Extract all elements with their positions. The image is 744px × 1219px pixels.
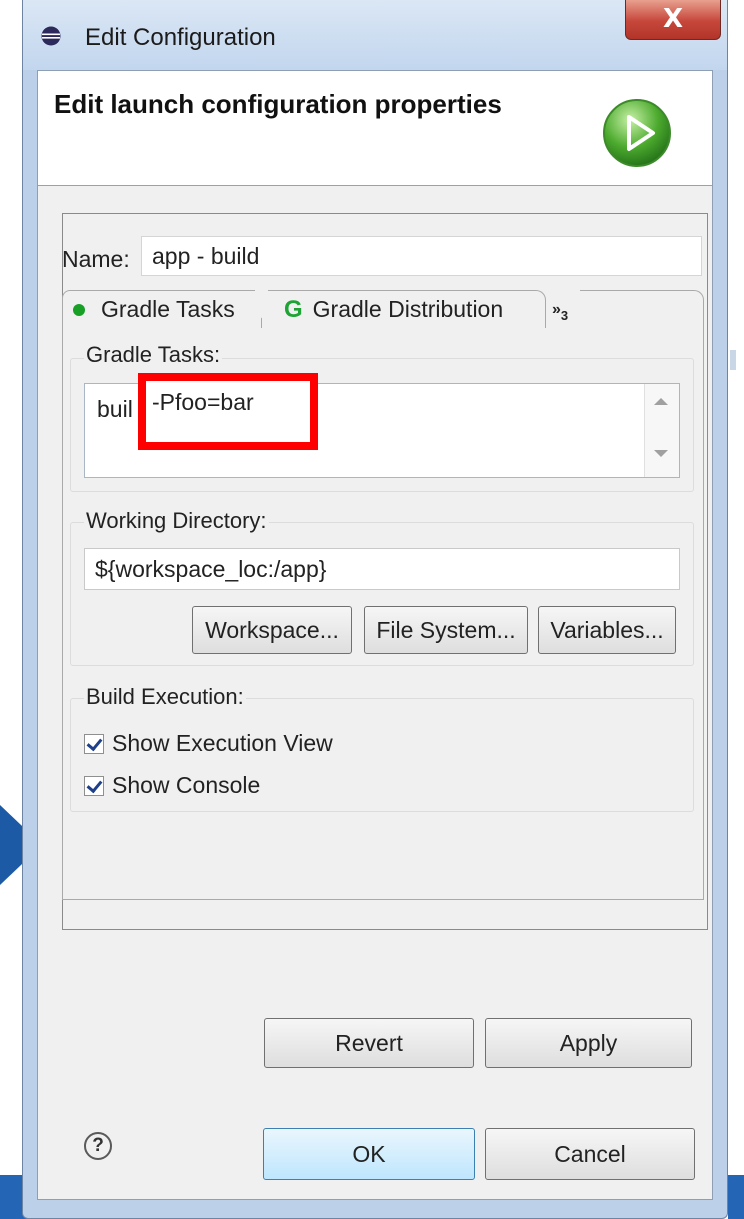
- chevron-double-right-icon: »: [552, 301, 561, 318]
- scroll-up-arrow-icon[interactable]: [654, 398, 668, 405]
- show-execution-view-option[interactable]: Show Execution View: [84, 730, 333, 757]
- tab-gradle-tasks[interactable]: Gradle Tasks: [62, 290, 285, 328]
- title-bar[interactable]: Edit Configuration X: [23, 0, 727, 70]
- gradle-tasks-label: Gradle Tasks:: [84, 342, 223, 368]
- variables-button[interactable]: Variables...: [538, 606, 676, 654]
- tab-gradle-distribution[interactable]: G Gradle Distribution: [268, 290, 546, 328]
- gradle-g-icon: G: [284, 295, 303, 323]
- eclipse-icon: [41, 26, 61, 46]
- ok-button[interactable]: OK: [263, 1128, 475, 1180]
- show-execution-view-checkbox[interactable]: [84, 733, 104, 754]
- revert-button[interactable]: Revert: [264, 1018, 474, 1068]
- scrollbar[interactable]: [644, 384, 679, 477]
- highlight-box: -Pfoo=bar: [138, 373, 318, 450]
- workspace-button[interactable]: Workspace...: [192, 606, 352, 654]
- overflow-count: 3: [560, 307, 569, 323]
- close-button[interactable]: X: [625, 0, 721, 40]
- window-title: Edit Configuration: [85, 24, 276, 51]
- scroll-down-arrow-icon[interactable]: [654, 450, 668, 457]
- background-bar: [728, 1175, 744, 1219]
- gradle-tasks-value: buil: [97, 396, 133, 422]
- apply-button[interactable]: Apply: [485, 1018, 692, 1068]
- build-execution-label: Build Execution:: [84, 684, 246, 710]
- tab-strip-border: [580, 290, 704, 328]
- working-directory-label: Working Directory:: [84, 508, 269, 534]
- show-console-checkbox[interactable]: [84, 775, 104, 796]
- tab-label: Gradle Tasks: [101, 296, 235, 322]
- green-dot-icon: [73, 303, 85, 316]
- working-directory-field[interactable]: [84, 548, 680, 590]
- help-icon[interactable]: ?: [84, 1132, 112, 1160]
- close-icon: X: [662, 4, 684, 34]
- show-console-option[interactable]: Show Console: [84, 772, 260, 799]
- header-title: Edit launch configuration properties: [54, 89, 502, 119]
- show-execution-view-label: Show Execution View: [112, 730, 333, 756]
- tabs-overflow-chevron[interactable]: » 3: [552, 290, 592, 328]
- run-icon: [603, 99, 671, 167]
- name-label: Name:: [62, 246, 130, 272]
- tab-label: Gradle Distribution: [312, 296, 504, 322]
- background-line: [730, 350, 736, 370]
- dialog-header: Edit launch configuration properties: [38, 71, 712, 186]
- cancel-button[interactable]: Cancel: [485, 1128, 695, 1180]
- name-field[interactable]: [141, 236, 702, 276]
- highlighted-task-argument: -Pfoo=bar: [152, 389, 254, 415]
- show-console-label: Show Console: [112, 772, 261, 798]
- file-system-button[interactable]: File System...: [364, 606, 528, 654]
